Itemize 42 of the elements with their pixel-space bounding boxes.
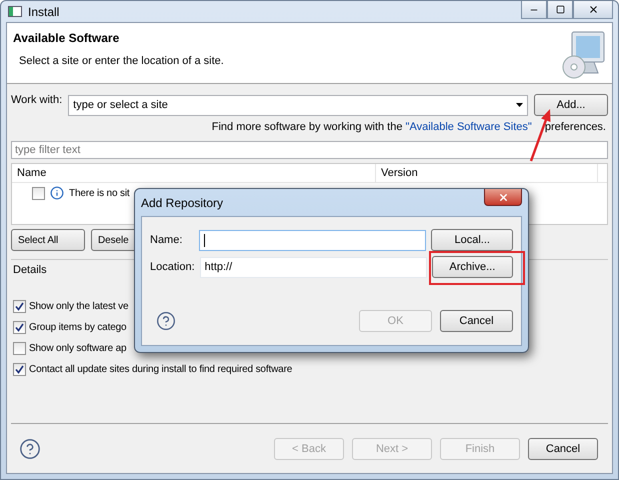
input-field[interactable]: http://	[200, 256, 427, 278]
page-title: Available Software	[13, 31, 120, 45]
hint-text: Find more software by working with the "Available Software Sites" preferences.	[212, 121, 606, 133]
maximize-button[interactable]	[547, 1, 573, 19]
option-label: Show only the latest ve	[29, 301, 128, 312]
option-label: Show only software ap	[29, 343, 126, 354]
column-header[interactable]: Name	[12, 164, 376, 182]
details-label: Details	[13, 264, 47, 276]
info-icon	[50, 186, 64, 200]
option-label: Group items by catego	[29, 322, 126, 333]
maximize-icon	[556, 5, 564, 14]
local-button[interactable]: Local...	[431, 229, 513, 251]
field-label: Location:	[150, 261, 195, 273]
add-button[interactable]: Add...	[534, 94, 608, 116]
close-icon	[588, 4, 598, 15]
help-icon[interactable]	[19, 438, 41, 460]
close-button[interactable]	[484, 189, 522, 206]
column-header[interactable]: Version	[376, 164, 598, 182]
close-button[interactable]	[573, 1, 613, 19]
option-label: Contact all update sites during install to find required software	[29, 364, 292, 375]
page-description: Select a site or enter the location of a site.	[18, 55, 225, 67]
help-icon[interactable]	[156, 311, 176, 331]
dialog-title: Add Repository	[141, 196, 224, 210]
filter-field[interactable]: type filter text	[11, 141, 608, 159]
row-checkbox[interactable]	[32, 186, 45, 200]
select-all-button[interactable]: Select All	[11, 229, 85, 251]
table-cell: There is no sit	[69, 188, 130, 198]
archive-button[interactable]: Archive...	[432, 256, 513, 278]
window-title: Install	[28, 4, 60, 18]
option-checkbox[interactable]	[13, 300, 26, 313]
close-icon	[498, 192, 508, 202]
option-checkbox[interactable]	[13, 363, 26, 376]
cancel-button[interactable]: Cancel	[528, 438, 598, 460]
work-with-label: Work with:	[11, 94, 62, 106]
option-checkbox[interactable]	[13, 321, 26, 334]
site-combo[interactable]: type or select a site	[68, 94, 528, 116]
option-checkbox[interactable]	[13, 342, 26, 355]
cancel-button[interactable]: Cancel	[440, 310, 513, 332]
app-icon	[8, 6, 22, 17]
sites-link[interactable]: "Available Software Sites"	[406, 121, 532, 133]
dropdown-caret-icon	[516, 103, 523, 107]
input-field[interactable]	[198, 230, 426, 250]
